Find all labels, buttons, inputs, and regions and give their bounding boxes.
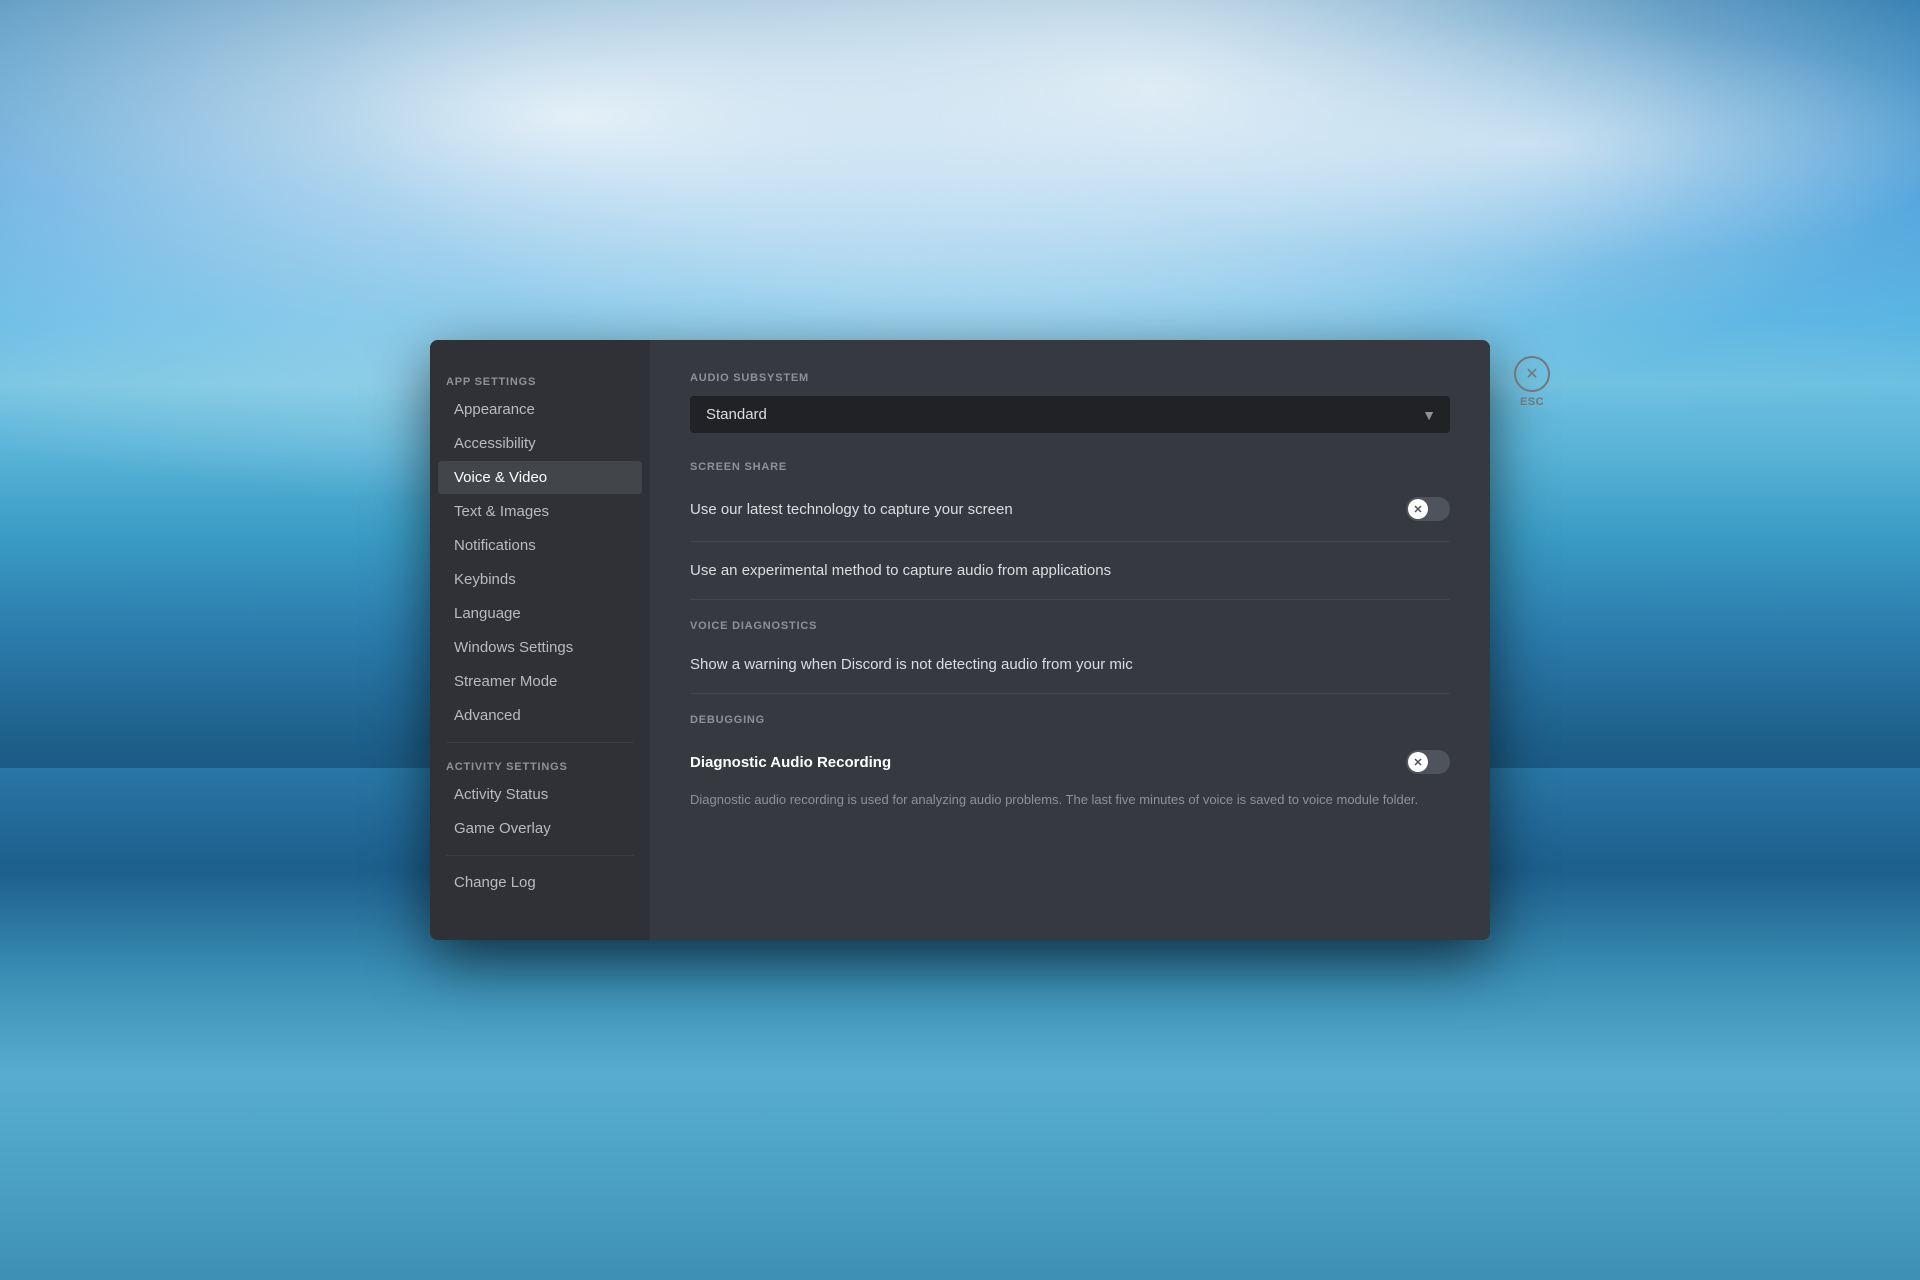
- sidebar-item-language[interactable]: Language: [438, 597, 642, 630]
- settings-window: APP SETTINGS Appearance Accessibility Vo…: [430, 340, 1490, 940]
- diagnostic-audio-text-block: Diagnostic Audio Recording: [690, 754, 1390, 771]
- sidebar-item-activity-status[interactable]: Activity Status: [438, 778, 642, 811]
- divider-3: [690, 693, 1450, 694]
- divider-2: [690, 599, 1450, 600]
- sidebar-item-appearance[interactable]: Appearance: [438, 393, 642, 426]
- sidebar-item-windows-settings[interactable]: Windows Settings: [438, 631, 642, 664]
- sidebar-item-advanced[interactable]: Advanced: [438, 699, 642, 732]
- settings-overlay: APP SETTINGS Appearance Accessibility Vo…: [430, 340, 1490, 940]
- sidebar-item-streamer-mode[interactable]: Streamer Mode: [438, 665, 642, 698]
- main-content: AUDIO SUBSYSTEM Standard Legacy Experime…: [650, 340, 1490, 940]
- audio-subsystem-dropdown[interactable]: Standard Legacy Experimental: [690, 396, 1450, 433]
- sidebar-item-notifications[interactable]: Notifications: [438, 529, 642, 562]
- voice-diagnostics-warning-row: Show a warning when Discord is not detec…: [690, 644, 1450, 685]
- esc-label: ESC: [1520, 396, 1544, 408]
- app-settings-label: APP SETTINGS: [430, 368, 650, 392]
- sidebar-divider-1: [446, 742, 634, 743]
- toggle-track: ✕: [1406, 497, 1450, 521]
- activity-settings-label: ACTIVITY SETTINGS: [430, 753, 650, 777]
- sidebar: APP SETTINGS Appearance Accessibility Vo…: [430, 340, 650, 940]
- sidebar-divider-2: [446, 855, 634, 856]
- sidebar-item-keybinds[interactable]: Keybinds: [438, 563, 642, 596]
- voice-diagnostics-warning-label: Show a warning when Discord is not detec…: [690, 656, 1450, 673]
- sidebar-item-text-images[interactable]: Text & Images: [438, 495, 642, 528]
- close-button-container: ✕ ESC: [1514, 356, 1550, 408]
- voice-diagnostics-header: VOICE DIAGNOSTICS: [690, 620, 1450, 632]
- close-button[interactable]: ✕: [1514, 356, 1550, 392]
- screen-share-latest-tech-toggle[interactable]: ✕: [1406, 497, 1450, 521]
- sidebar-item-voice-video[interactable]: Voice & Video: [438, 461, 642, 494]
- diagnostic-toggle-x-icon: ✕: [1413, 756, 1422, 769]
- diagnostic-toggle-knob: ✕: [1408, 752, 1428, 772]
- diagnostic-toggle-track: ✕: [1406, 750, 1450, 774]
- toggle-knob: ✕: [1408, 499, 1428, 519]
- sidebar-item-change-log[interactable]: Change Log: [438, 866, 642, 899]
- screen-share-header: SCREEN SHARE: [690, 461, 1450, 473]
- screen-share-experimental-audio-row: Use an experimental method to capture au…: [690, 550, 1450, 591]
- diagnostic-audio-row: Diagnostic Audio Recording ✕: [690, 738, 1450, 786]
- screen-share-latest-tech-label: Use our latest technology to capture you…: [690, 501, 1390, 518]
- screen-share-latest-tech-row: Use our latest technology to capture you…: [690, 485, 1450, 533]
- diagnostic-audio-toggle[interactable]: ✕: [1406, 750, 1450, 774]
- audio-subsystem-dropdown-container: Standard Legacy Experimental ▼: [690, 396, 1450, 433]
- sidebar-item-game-overlay[interactable]: Game Overlay: [438, 812, 642, 845]
- diagnostic-audio-description: Diagnostic audio recording is used for a…: [690, 790, 1450, 810]
- diagnostic-audio-label: Diagnostic Audio Recording: [690, 754, 1390, 771]
- divider-1: [690, 541, 1450, 542]
- audio-subsystem-header: AUDIO SUBSYSTEM: [690, 372, 1450, 384]
- screen-share-experimental-audio-label: Use an experimental method to capture au…: [690, 562, 1450, 579]
- sidebar-item-accessibility[interactable]: Accessibility: [438, 427, 642, 460]
- toggle-x-icon: ✕: [1413, 503, 1422, 516]
- debugging-header: DEBUGGING: [690, 714, 1450, 726]
